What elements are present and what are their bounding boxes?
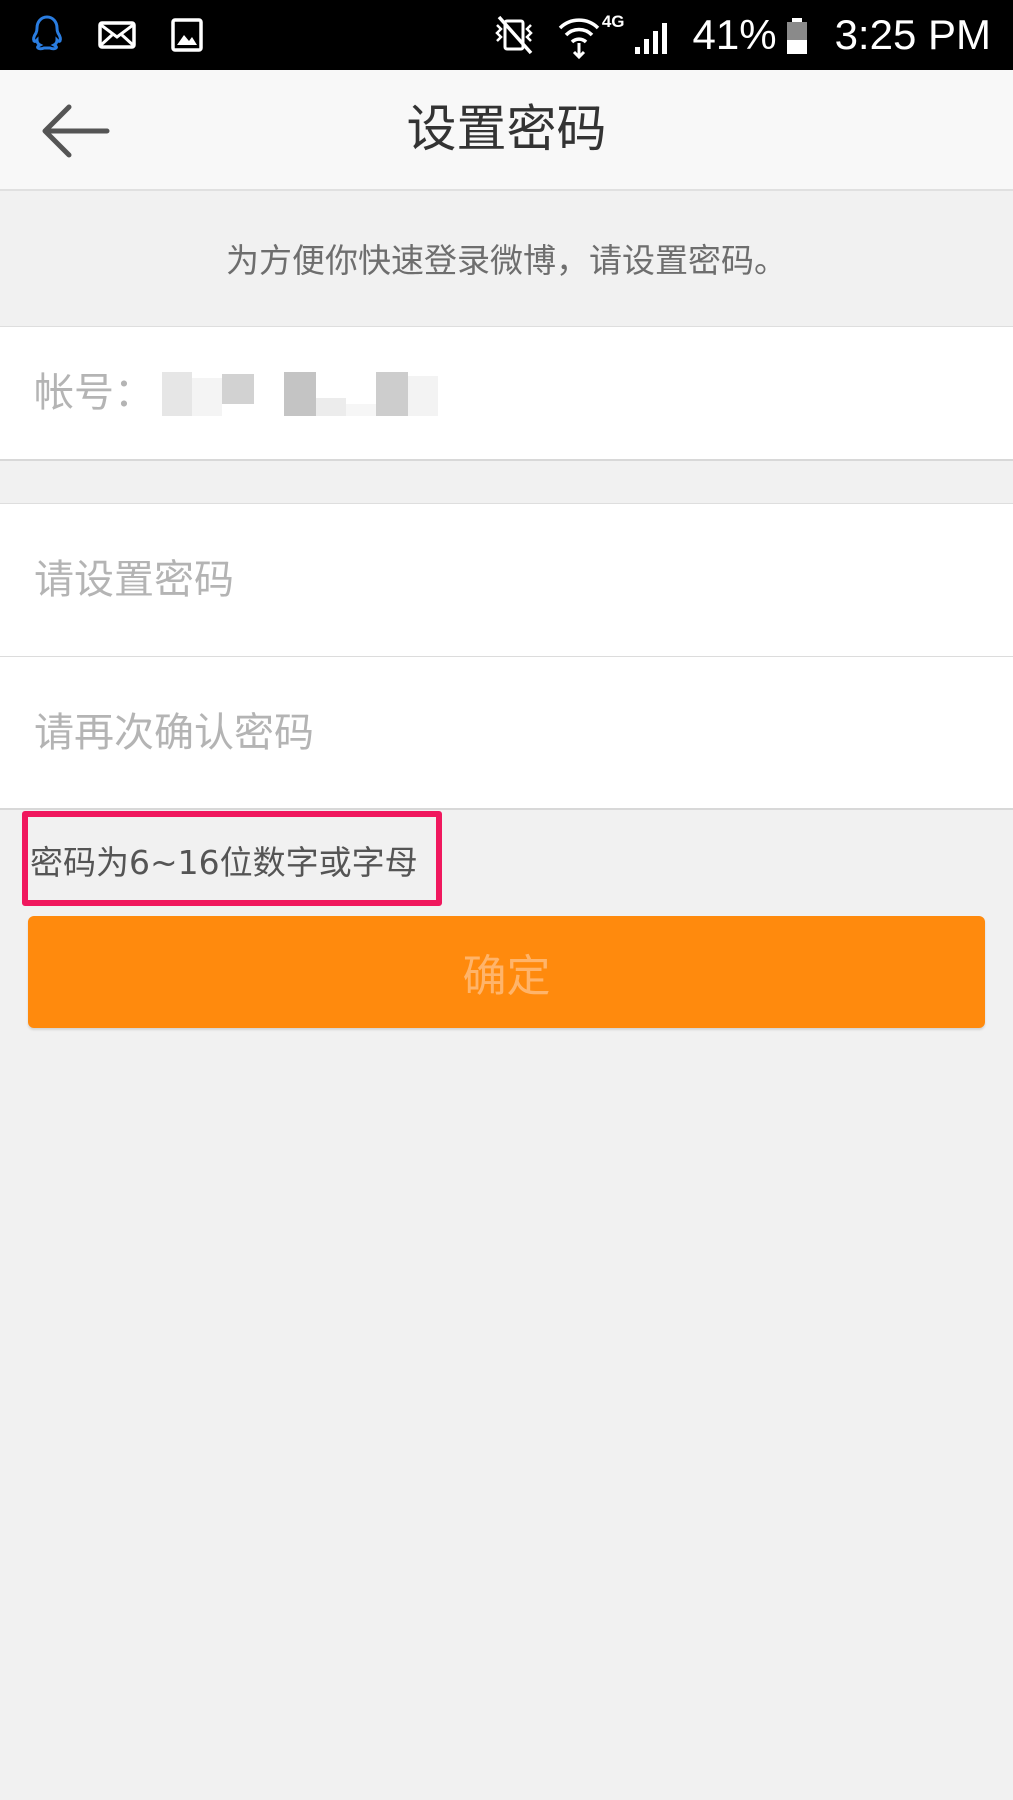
account-row: 帐号： [0, 326, 1013, 461]
clock: 3:25 PM [834, 11, 991, 58]
status-bar: 4G 41% 3:25 PM [0, 0, 1013, 70]
page-title: 设置密码 [406, 100, 607, 158]
signal-icon [634, 23, 667, 54]
password-rule-text: 密码为6~16位数字或字母 [30, 843, 418, 882]
password-input[interactable] [0, 504, 1013, 656]
title-bar: 设置密码 [0, 70, 1013, 191]
password-form [0, 503, 1013, 810]
vibrate-mute-icon [495, 15, 533, 55]
battery-icon [786, 18, 807, 54]
qq-icon [32, 15, 62, 51]
account-label: 帐号： [34, 370, 154, 416]
image-icon [171, 18, 203, 52]
network-type: 4G [601, 12, 625, 31]
wifi-icon [558, 18, 600, 60]
battery-percent: 41% [692, 11, 777, 58]
confirm-password-input[interactable] [0, 657, 1013, 809]
hint-text: 为方便你快速登录微博，请设置密码。 [226, 241, 787, 280]
confirm-button[interactable]: 确定 [28, 916, 985, 1028]
mail-icon [98, 21, 136, 49]
